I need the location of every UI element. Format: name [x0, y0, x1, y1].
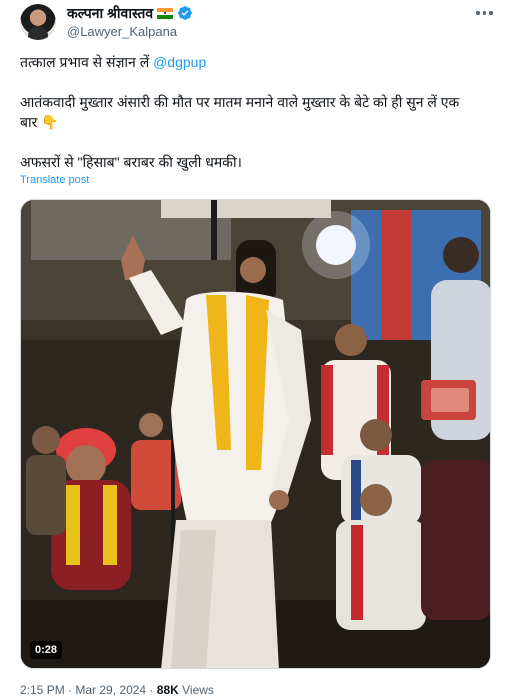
video-timecode: 0:28	[30, 641, 63, 659]
tweet-time[interactable]: 2:15 PM	[20, 683, 65, 697]
tweet-line-4: अफसरों से "हिसाब" बराबर की खुली धमकी।	[20, 154, 242, 170]
tweet-line-3: बार 👇	[20, 114, 59, 130]
video-frame	[21, 200, 490, 668]
author-name-row: कल्पना श्रीवास्तव	[67, 4, 193, 22]
meta-separator: ·	[146, 683, 157, 697]
meta-separator: ·	[64, 683, 76, 697]
tweet-meta: 2:15 PM · Mar 29, 2024 · 88K Views	[20, 683, 214, 697]
tweet-line-1-text: तत्काल प्रभाव से संज्ञान लें	[20, 54, 154, 70]
tweet-text: तत्काल प्रभाव से संज्ञान लें @dgpup आतंक…	[20, 52, 490, 172]
author-display-name[interactable]: कल्पना श्रीवास्तव	[67, 4, 153, 23]
author-handle[interactable]: @Lawyer_Kalpana	[67, 24, 177, 39]
video-player[interactable]: 0:28	[20, 199, 491, 669]
views-label: Views	[178, 683, 214, 697]
tweet-date[interactable]: Mar 29, 2024	[75, 683, 146, 697]
tweet-header: कल्पना श्रीवास्तव @Lawyer_Kalpana	[20, 4, 498, 44]
tweet-line-2: आतंकवादी मुख्तार अंसारी की मौत पर मातम म…	[20, 94, 460, 110]
verified-badge-icon[interactable]	[177, 5, 193, 21]
avatar[interactable]	[20, 4, 56, 40]
views-count: 88K	[156, 683, 179, 697]
more-options-icon[interactable]	[476, 10, 494, 16]
india-flag-icon	[157, 7, 174, 19]
mention-link[interactable]: @dgpup	[153, 54, 206, 70]
translate-post-link[interactable]: Translate post	[20, 174, 89, 186]
tweet-line-1: तत्काल प्रभाव से संज्ञान लें @dgpup	[20, 52, 490, 72]
